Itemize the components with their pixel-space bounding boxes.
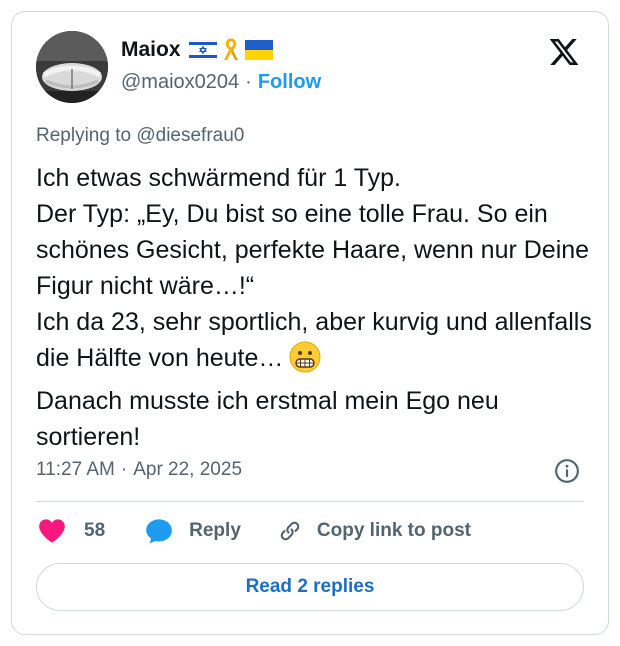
israel-flag-icon xyxy=(188,40,217,60)
replying-to: Replying to @diesefrau0 xyxy=(36,125,245,146)
avatar[interactable] xyxy=(36,31,108,103)
copy-link-button[interactable]: Copy link to post xyxy=(277,518,471,544)
x-logo-icon[interactable] xyxy=(548,36,580,68)
author-flags xyxy=(188,38,273,62)
tweet-card: Maiox @maiox0204 · Follow Replying to @d… xyxy=(11,11,609,635)
author-handle-row: @maiox0204 · Follow xyxy=(121,71,321,94)
reply-button[interactable]: Reply xyxy=(145,518,241,544)
reply-label: Reply xyxy=(189,520,241,541)
tweet-text-tail: Danach musste ich erstmal mein Ego neu s… xyxy=(36,387,506,451)
tweet-date: Apr 22, 2025 xyxy=(133,459,243,480)
divider xyxy=(36,501,584,502)
tweet-time: 11:27 AM xyxy=(36,459,115,480)
grimacing-face-icon xyxy=(289,341,321,383)
read-replies-label: Read 2 replies xyxy=(245,576,375,597)
link-icon xyxy=(280,521,300,541)
copy-link-label: Copy link to post xyxy=(316,520,471,541)
yellow-ribbon-icon xyxy=(223,38,238,60)
follow-button[interactable]: Follow xyxy=(258,71,321,94)
heart-icon xyxy=(39,519,65,543)
reply-bubble-icon xyxy=(146,519,172,544)
separator-dot: · xyxy=(120,459,128,480)
like-count: 58 xyxy=(84,520,106,541)
author-display-name[interactable]: Maiox xyxy=(121,38,181,62)
ukraine-flag-icon xyxy=(244,40,273,60)
info-icon[interactable] xyxy=(554,458,580,484)
tweet-text: Ich etwas schwärmend für 1 Typ. Der Typ:… xyxy=(36,160,596,455)
tweet-timestamp[interactable]: 11:27 AM · Apr 22, 2025 xyxy=(36,459,242,481)
like-button[interactable]: 58 xyxy=(38,518,105,544)
read-replies-button[interactable]: Read 2 replies xyxy=(36,563,584,611)
author-handle[interactable]: @maiox0204 xyxy=(121,71,239,94)
author-name-row: Maiox xyxy=(121,38,273,62)
action-bar: 58 Reply Copy link to post xyxy=(38,518,471,544)
separator-dot: · xyxy=(245,71,252,93)
